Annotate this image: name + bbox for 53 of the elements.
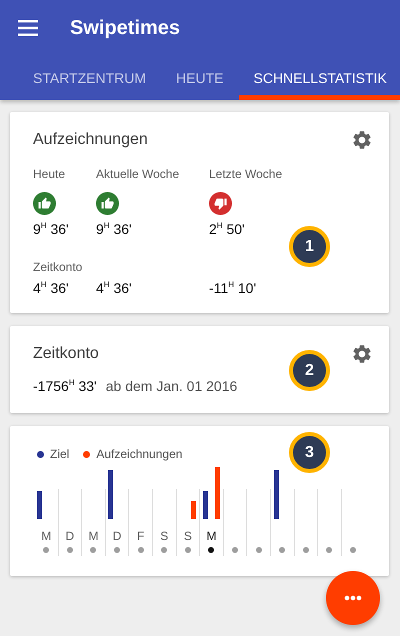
day-dot[interactable] [184,547,191,553]
tab[interactable]: SCHNELLSTATISTIK [238,56,400,100]
day-label[interactable]: M [88,529,98,543]
day-dot[interactable] [326,547,332,553]
app-title: Swipetimes [70,16,180,40]
day-dot[interactable] [114,547,120,553]
duration-value: 9$^{H}$ 36' [33,220,69,238]
card-title: Aufzeichnungen [33,130,148,150]
day-dot[interactable] [232,547,238,553]
since-date: ab dem Jan. 01 2016 [106,378,238,394]
day-dot[interactable] [161,547,168,553]
day-label[interactable]: D [66,529,74,543]
step-badge: 1 [289,226,330,267]
balance-value: -1756$^{H}$ 33' [33,377,97,395]
step-badge: 3 [289,432,330,473]
duration-value: 2$^{H}$ 50' [209,220,245,238]
balance-value: 4$^{H}$ 36' [33,279,69,297]
more-icon [344,595,362,601]
day-label[interactable]: M [206,529,216,543]
balance-value: 4$^{H}$ 36' [96,279,132,297]
duration-value: 9$^{H}$ 36' [96,220,132,238]
thumbs-up-icon [96,192,119,215]
day-dot[interactable] [256,547,262,553]
day-label[interactable]: F [137,529,144,543]
step-badge: 2 [289,350,330,391]
menu-icon[interactable] [18,20,38,36]
column-label: Heute [33,167,66,181]
more-button[interactable] [326,571,380,625]
balance-label: Zeitkonto [33,260,82,274]
day-label[interactable]: S [160,529,168,543]
day-dot[interactable] [350,547,356,553]
thumbs-down-icon [209,192,232,215]
card-title: Zeitkonto [33,344,99,364]
legend-label: Ziel [50,447,70,461]
settings-icon[interactable] [351,129,373,151]
day-dot[interactable] [66,547,73,553]
tab[interactable]: STARTZENTRUM [18,56,162,100]
day-label[interactable]: D [112,529,122,543]
day-label[interactable]: M [41,529,52,543]
thumbs-up-icon [33,192,56,215]
legend-label: Aufzeichnungen [96,447,182,461]
day-dot[interactable] [90,547,96,553]
settings-icon[interactable] [351,343,373,365]
tab[interactable]: HEUTE [161,56,238,100]
column-label: Letzte Woche [209,167,282,181]
day-dot[interactable] [302,547,309,553]
day-dot[interactable] [138,547,144,553]
day-dot[interactable] [279,547,286,553]
day-label[interactable]: S [184,529,192,543]
day-dot[interactable] [43,547,50,553]
day-dot[interactable] [208,547,214,553]
column-label: Aktuelle Woche [96,167,180,181]
balance-value: -11$^{H}$ 10' [209,279,256,297]
